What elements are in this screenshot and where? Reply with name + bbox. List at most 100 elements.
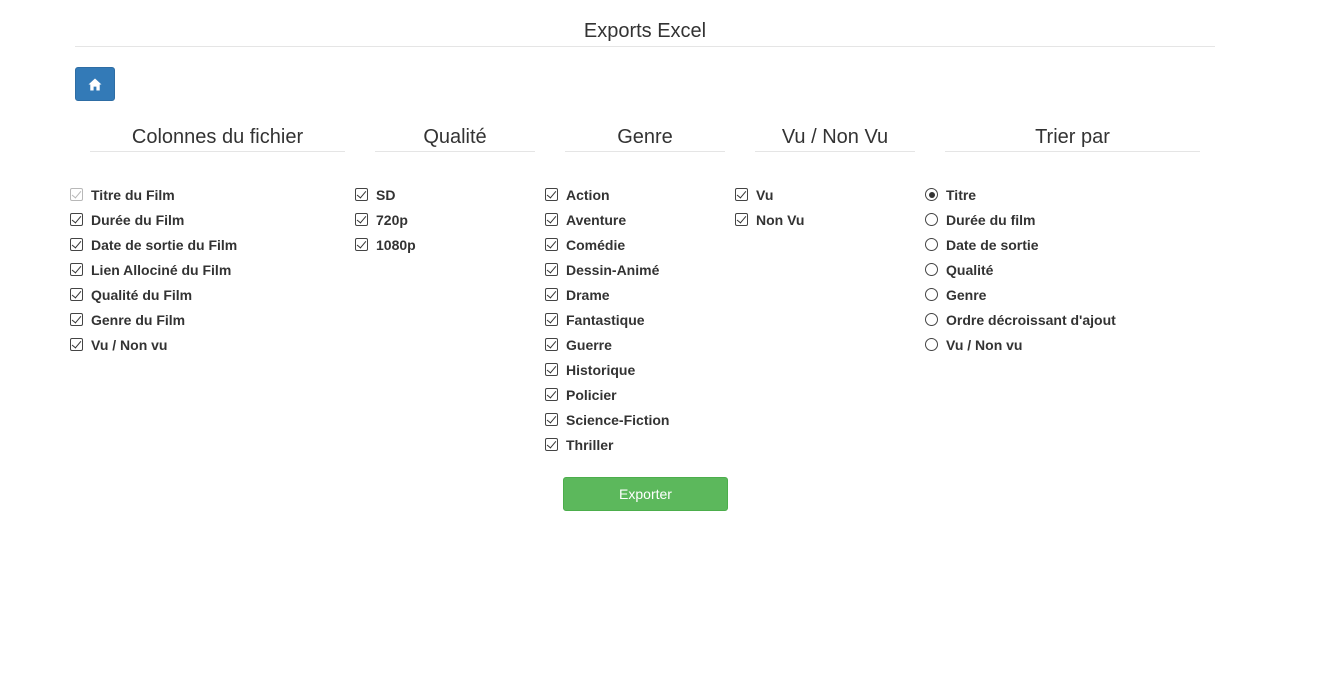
section-quality: Qualité	[375, 124, 535, 152]
option-label: Aventure	[566, 211, 627, 228]
option-label: Date de sortie	[946, 236, 1039, 253]
radio-button[interactable]	[925, 313, 938, 326]
genre-option-dessin-anime[interactable]: Dessin-Animé	[545, 257, 669, 282]
section-seen: Vu / Non Vu	[755, 124, 915, 152]
columns-option-titre-du-film[interactable]: Titre du Film	[70, 182, 237, 207]
radio-button[interactable]	[925, 288, 938, 301]
title-divider	[75, 46, 1215, 47]
checkbox[interactable]	[735, 188, 748, 201]
checkbox[interactable]	[545, 263, 558, 276]
genre-options: Action Aventure Comédie Dessin-Animé Drame Fa…	[545, 182, 669, 457]
seen-option-non-vu[interactable]: Non Vu	[735, 207, 804, 232]
quality-options: SD 720p 1080p	[355, 182, 416, 257]
genre-option-action[interactable]: Action	[545, 182, 669, 207]
checkbox[interactable]	[545, 363, 558, 376]
checkbox[interactable]	[545, 388, 558, 401]
option-label: Ordre décroissant d'ajout	[946, 311, 1116, 328]
genre-option-comedie[interactable]: Comédie	[545, 232, 669, 257]
sort-option-duree-du-film[interactable]: Durée du film	[925, 207, 1116, 232]
checkbox[interactable]	[545, 288, 558, 301]
checkbox[interactable]	[355, 238, 368, 251]
sort-options: Titre Durée du film Date de sortie Qualité G…	[925, 182, 1116, 357]
option-label: Titre du Film	[91, 186, 175, 203]
sort-option-genre[interactable]: Genre	[925, 282, 1116, 307]
checkbox[interactable]	[355, 188, 368, 201]
home-button[interactable]	[75, 67, 115, 101]
radio-button[interactable]	[925, 238, 938, 251]
section-sort: Trier par	[945, 124, 1200, 152]
checkbox[interactable]	[545, 338, 558, 351]
genre-header: Genre	[565, 124, 725, 152]
checkbox[interactable]	[545, 313, 558, 326]
option-label: Vu	[756, 186, 774, 203]
sort-option-date-de-sortie[interactable]: Date de sortie	[925, 232, 1116, 257]
checkbox[interactable]	[70, 238, 83, 251]
radio-button[interactable]	[925, 338, 938, 351]
columns-option-date-de-sortie-du-film[interactable]: Date de sortie du Film	[70, 232, 237, 257]
columns-option-qualite-du-film[interactable]: Qualité du Film	[70, 282, 237, 307]
quality-option-720p[interactable]: 720p	[355, 207, 416, 232]
radio-button[interactable]	[925, 188, 938, 201]
sort-option-vu-non-vu[interactable]: Vu / Non vu	[925, 332, 1116, 357]
option-label: Qualité du Film	[91, 286, 193, 303]
option-label: Fantastique	[566, 311, 645, 328]
option-label: Genre du Film	[91, 311, 186, 328]
columns-option-duree-du-film[interactable]: Durée du Film	[70, 207, 237, 232]
sort-header: Trier par	[945, 124, 1200, 152]
genre-option-drame[interactable]: Drame	[545, 282, 669, 307]
radio-button[interactable]	[925, 263, 938, 276]
quality-header: Qualité	[375, 124, 535, 152]
export-button[interactable]: Exporter	[563, 477, 728, 511]
option-label: Comédie	[566, 236, 626, 253]
home-icon	[88, 78, 102, 91]
checkbox[interactable]	[355, 213, 368, 226]
exports-excel-page: Exports Excel Colonnes du fichier Qualit…	[0, 0, 1322, 690]
checkbox	[70, 188, 83, 201]
quality-option-sd[interactable]: SD	[355, 182, 416, 207]
columns-option-genre-du-film[interactable]: Genre du Film	[70, 307, 237, 332]
option-label: Guerre	[566, 336, 612, 353]
quality-option-1080p[interactable]: 1080p	[355, 232, 416, 257]
section-genre: Genre	[565, 124, 725, 152]
checkbox[interactable]	[735, 213, 748, 226]
option-label: SD	[376, 186, 396, 203]
columns-option-vu-non-vu[interactable]: Vu / Non vu	[70, 332, 237, 357]
columns-header: Colonnes du fichier	[90, 124, 345, 152]
genre-option-fantastique[interactable]: Fantastique	[545, 307, 669, 332]
option-label: Qualité	[946, 261, 994, 278]
checkbox[interactable]	[545, 213, 558, 226]
option-label: Historique	[566, 361, 636, 378]
checkbox[interactable]	[545, 238, 558, 251]
option-label: 720p	[376, 211, 408, 228]
option-label: Genre	[946, 286, 987, 303]
seen-option-vu[interactable]: Vu	[735, 182, 804, 207]
sort-option-qualite[interactable]: Qualité	[925, 257, 1116, 282]
columns-options: Titre du Film Durée du Film Date de sortie…	[70, 182, 237, 357]
checkbox[interactable]	[70, 263, 83, 276]
checkbox[interactable]	[545, 413, 558, 426]
option-label: Drame	[566, 286, 610, 303]
checkbox[interactable]	[70, 338, 83, 351]
genre-option-science-fiction[interactable]: Science-Fiction	[545, 407, 669, 432]
radio-button[interactable]	[925, 213, 938, 226]
option-label: Lien Allociné du Film	[91, 261, 232, 278]
option-label: Date de sortie du Film	[91, 236, 238, 253]
columns-option-lien-allocine-du-film[interactable]: Lien Allociné du Film	[70, 257, 237, 282]
option-label: 1080p	[376, 236, 416, 253]
checkbox[interactable]	[70, 288, 83, 301]
genre-option-guerre[interactable]: Guerre	[545, 332, 669, 357]
genre-option-thriller[interactable]: Thriller	[545, 432, 669, 457]
genre-option-policier[interactable]: Policier	[545, 382, 669, 407]
option-label: Vu / Non vu	[946, 336, 1023, 353]
genre-option-historique[interactable]: Historique	[545, 357, 669, 382]
checkbox[interactable]	[70, 313, 83, 326]
checkbox[interactable]	[545, 438, 558, 451]
section-columns: Colonnes du fichier	[90, 124, 345, 152]
sort-option-titre[interactable]: Titre	[925, 182, 1116, 207]
checkbox[interactable]	[70, 213, 83, 226]
genre-option-aventure[interactable]: Aventure	[545, 207, 669, 232]
checkbox[interactable]	[545, 188, 558, 201]
page-title: Exports Excel	[583, 20, 707, 42]
option-label: Policier	[566, 386, 617, 403]
sort-option-ordre-decroissant-d-ajout[interactable]: Ordre décroissant d'ajout	[925, 307, 1116, 332]
